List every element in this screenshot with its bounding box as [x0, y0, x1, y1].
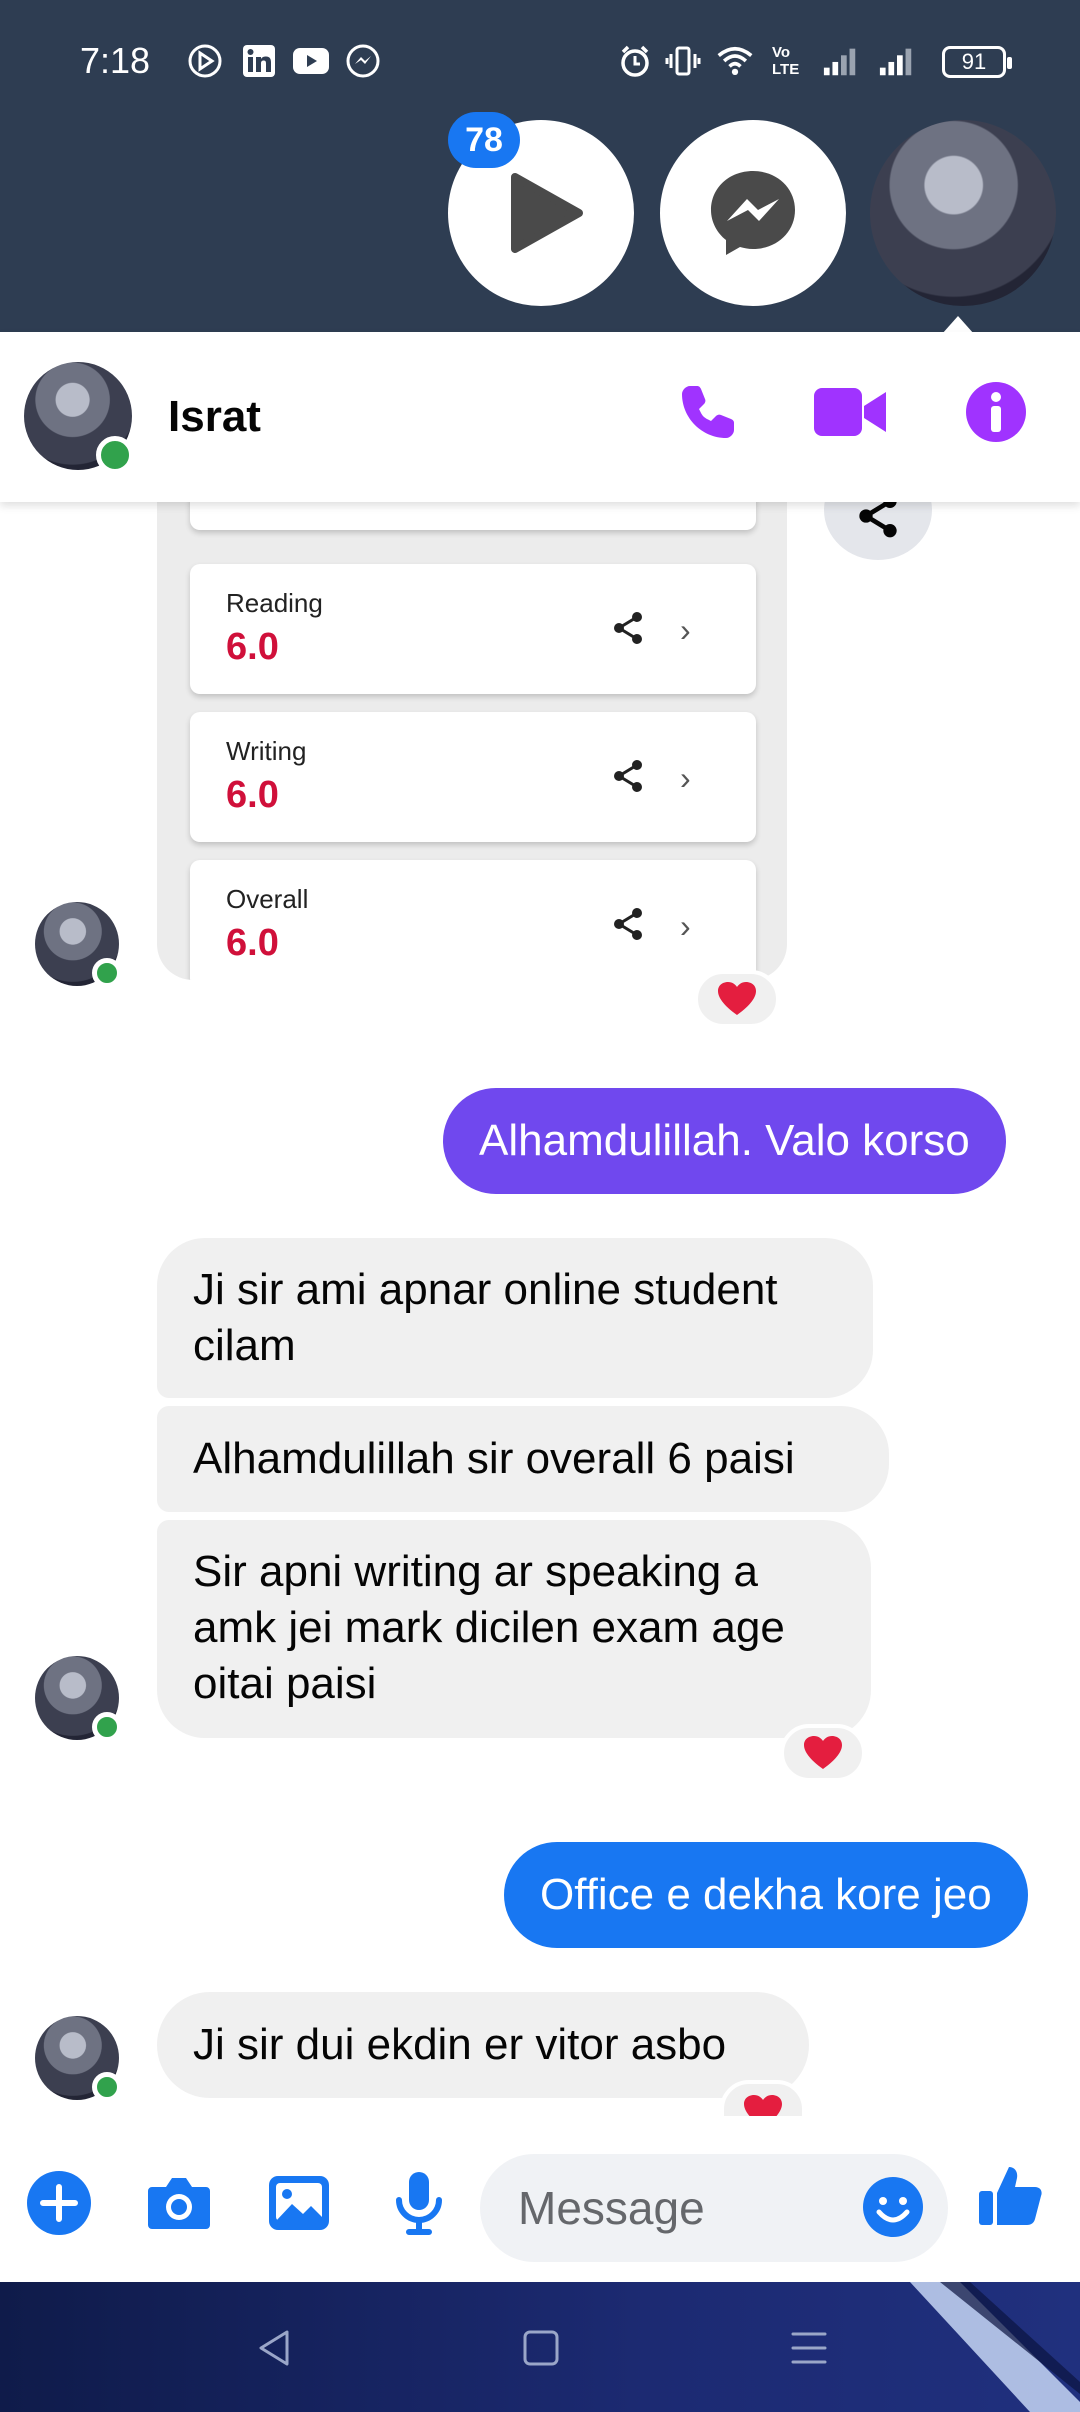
audio-call-button[interactable]: [676, 380, 740, 444]
back-triangle-icon: [259, 2330, 289, 2366]
phone-icon: [682, 386, 734, 438]
received-message[interactable]: Ji sir ami apnar online student cilam: [157, 1238, 873, 1398]
video-call-button[interactable]: [812, 382, 888, 442]
camera-button[interactable]: [146, 2170, 212, 2236]
score-card-overall: Overall 6.0 ›: [190, 860, 756, 980]
youtube-icon: [292, 42, 330, 80]
score-label: Reading: [226, 588, 323, 618]
like-button[interactable]: [974, 2160, 1046, 2232]
online-indicator: [92, 2072, 122, 2102]
chevron-right-icon: ›: [680, 612, 691, 648]
online-indicator: [92, 1712, 122, 1742]
status-time: 7:18: [80, 40, 151, 81]
conversation-info-button[interactable]: [964, 380, 1028, 444]
linkedin-icon: [240, 42, 278, 80]
vibrate-icon: [664, 42, 702, 80]
home-button[interactable]: [506, 2318, 576, 2378]
wifi-icon: [716, 42, 754, 80]
unread-count-badge: 78: [448, 112, 520, 168]
received-message[interactable]: Ji sir dui ekdin er vitor asbo: [157, 1992, 809, 2098]
conversation-header: Israt: [0, 332, 1080, 502]
info-icon: [966, 382, 1026, 442]
microphone-icon: [396, 2172, 442, 2235]
heart-reaction[interactable]: [780, 1724, 866, 1782]
emoji-button[interactable]: [862, 2176, 924, 2238]
thumbs-up-icon: [979, 2167, 1042, 2225]
online-indicator: [92, 958, 122, 988]
play-icon: [511, 173, 583, 253]
heart-reaction[interactable]: [694, 970, 780, 1028]
messenger-status-icon: [344, 42, 382, 80]
received-message[interactable]: Alhamdulillah sir overall 6 paisi: [157, 1406, 889, 1512]
contact-chat-head-avatar[interactable]: [870, 120, 1056, 306]
score-value: 6.0: [226, 774, 279, 816]
image-icon: [269, 2176, 329, 2230]
signal-icon-sim1: [822, 42, 860, 80]
plus-icon: [27, 2171, 91, 2235]
volte-label: Vo LTE: [772, 44, 800, 78]
video-camera-icon: [814, 388, 886, 436]
share-icon: [614, 908, 642, 940]
chevron-right-icon: ›: [680, 908, 691, 944]
gallery-button[interactable]: [266, 2170, 332, 2236]
menu-lines-icon: [791, 2332, 827, 2364]
heart-reaction[interactable]: [720, 2080, 806, 2120]
camera-icon: [148, 2178, 210, 2229]
play-store-icon: [186, 42, 224, 80]
score-label: Writing: [226, 736, 307, 766]
score-value: 6.0: [226, 626, 279, 668]
heart-icon: [744, 2095, 782, 2116]
back-button[interactable]: [240, 2318, 310, 2378]
messenger-icon: [711, 171, 795, 255]
messenger-chat-head[interactable]: [660, 120, 846, 306]
chevron-right-icon: ›: [680, 760, 691, 796]
score-label: Overall: [226, 884, 309, 914]
received-message[interactable]: Sir apni writing ar speaking a amk jei m…: [157, 1520, 871, 1738]
online-indicator: [96, 436, 134, 474]
heart-icon: [718, 982, 756, 1015]
score-card-reading: Reading 6.0 ›: [190, 564, 756, 694]
contact-name[interactable]: Israt: [168, 392, 261, 442]
status-bar: 7:18 Vo LTE 91: [0, 0, 1080, 120]
signal-icon-sim2: [878, 42, 916, 80]
sent-message[interactable]: Office e dekha kore jeo: [504, 1842, 1028, 1948]
heart-icon: [804, 1736, 842, 1769]
sent-message[interactable]: Alhamdulillah. Valo korso: [443, 1088, 1006, 1194]
smiley-icon: [863, 2177, 923, 2237]
shared-score-image[interactable]: Reading 6.0 › Writing 6.0 › Overall 6.0 …: [157, 440, 787, 980]
more-actions-button[interactable]: [26, 2170, 92, 2236]
score-value: 6.0: [226, 922, 279, 964]
share-icon: [614, 612, 642, 644]
battery-indicator: 91: [942, 46, 1012, 78]
wallpaper-streak: [910, 2282, 1080, 2412]
alarm-icon: [616, 42, 654, 80]
voice-message-button[interactable]: [386, 2170, 452, 2236]
score-card-writing: Writing 6.0 ›: [190, 712, 756, 842]
share-icon: [614, 760, 642, 792]
recent-apps-button[interactable]: [774, 2318, 844, 2378]
home-square-icon: [523, 2330, 559, 2366]
